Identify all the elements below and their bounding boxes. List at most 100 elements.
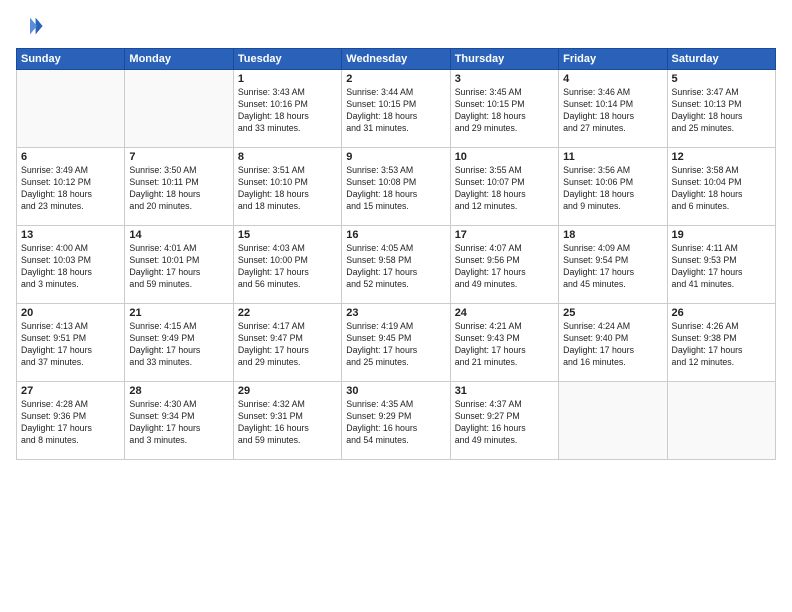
day-number: 26 [672,307,771,319]
cell-info: Sunrise: 3:46 AM Sunset: 10:14 PM Daylig… [563,87,662,135]
header [16,12,776,40]
day-number: 17 [455,229,554,241]
cell-info: Sunrise: 4:35 AM Sunset: 9:29 PM Dayligh… [346,399,445,447]
day-number: 24 [455,307,554,319]
cell-info: Sunrise: 4:11 AM Sunset: 9:53 PM Dayligh… [672,243,771,291]
day-number: 22 [238,307,337,319]
cell-info: Sunrise: 4:03 AM Sunset: 10:00 PM Daylig… [238,243,337,291]
calendar-cell: 31 Sunrise: 4:37 AM Sunset: 9:27 PM Dayli… [450,382,558,460]
cell-info: Sunrise: 4:19 AM Sunset: 9:45 PM Dayligh… [346,321,445,369]
cell-info: Sunrise: 3:45 AM Sunset: 10:15 PM Daylig… [455,87,554,135]
calendar-cell: 10Sunrise: 3:55 AM Sunset: 10:07 PM Dayl… [450,148,558,226]
day-number: 23 [346,307,445,319]
calendar-cell: 7 Sunrise: 3:50 AM Sunset: 10:11 PM Dayli… [125,148,233,226]
cell-info: Sunrise: 3:58 AM Sunset: 10:04 PM Daylig… [672,165,771,213]
calendar: SundayMondayTuesdayWednesdayThursdayFrid… [16,48,776,460]
day-number: 8 [238,151,337,163]
day-header-friday: Friday [559,49,667,70]
day-number: 11 [563,151,662,163]
calendar-cell [559,382,667,460]
day-number: 15 [238,229,337,241]
cell-info: Sunrise: 3:43 AM Sunset: 10:16 PM Daylig… [238,87,337,135]
cell-info: Sunrise: 3:56 AM Sunset: 10:06 PM Daylig… [563,165,662,213]
calendar-cell: 5 Sunrise: 3:47 AM Sunset: 10:13 PM Dayli… [667,70,775,148]
calendar-cell: 12 Sunrise: 3:58 AM Sunset: 10:04 PM Dayl… [667,148,775,226]
calendar-cell: 29 Sunrise: 4:32 AM Sunset: 9:31 PM Dayli… [233,382,341,460]
cell-info: Sunrise: 4:05 AM Sunset: 9:58 PM Dayligh… [346,243,445,291]
calendar-cell: 8Sunrise: 3:51 AM Sunset: 10:10 PM Dayli… [233,148,341,226]
cell-info: Sunrise: 4:26 AM Sunset: 9:38 PM Dayligh… [672,321,771,369]
day-number: 19 [672,229,771,241]
calendar-cell: 24 Sunrise: 4:21 AM Sunset: 9:43 PM Dayli… [450,304,558,382]
cell-info: Sunrise: 3:53 AM Sunset: 10:08 PM Daylig… [346,165,445,213]
day-number: 30 [346,385,445,397]
week-row-4: 27 Sunrise: 4:28 AM Sunset: 9:36 PM Dayli… [17,382,776,460]
cell-info: Sunrise: 4:07 AM Sunset: 9:56 PM Dayligh… [455,243,554,291]
cell-info: Sunrise: 4:13 AM Sunset: 9:51 PM Dayligh… [21,321,120,369]
calendar-cell: 13 Sunrise: 4:00 AM Sunset: 10:03 PM Dayl… [17,226,125,304]
week-row-1: 6 Sunrise: 3:49 AM Sunset: 10:12 PM Dayli… [17,148,776,226]
day-header-saturday: Saturday [667,49,775,70]
cell-info: Sunrise: 4:17 AM Sunset: 9:47 PM Dayligh… [238,321,337,369]
calendar-cell: 23 Sunrise: 4:19 AM Sunset: 9:45 PM Dayli… [342,304,450,382]
day-number: 31 [455,385,554,397]
day-number: 6 [21,151,120,163]
day-number: 20 [21,307,120,319]
cell-info: Sunrise: 3:47 AM Sunset: 10:13 PM Daylig… [672,87,771,135]
calendar-cell: 21Sunrise: 4:15 AM Sunset: 9:49 PM Dayli… [125,304,233,382]
day-header-thursday: Thursday [450,49,558,70]
week-row-2: 13 Sunrise: 4:00 AM Sunset: 10:03 PM Dayl… [17,226,776,304]
calendar-cell [17,70,125,148]
calendar-header-row: SundayMondayTuesdayWednesdayThursdayFrid… [17,49,776,70]
cell-info: Sunrise: 4:28 AM Sunset: 9:36 PM Dayligh… [21,399,120,447]
calendar-cell: 19 Sunrise: 4:11 AM Sunset: 9:53 PM Dayli… [667,226,775,304]
calendar-cell: 27 Sunrise: 4:28 AM Sunset: 9:36 PM Dayli… [17,382,125,460]
week-row-3: 20 Sunrise: 4:13 AM Sunset: 9:51 PM Dayli… [17,304,776,382]
cell-info: Sunrise: 4:01 AM Sunset: 10:01 PM Daylig… [129,243,228,291]
calendar-cell: 6 Sunrise: 3:49 AM Sunset: 10:12 PM Dayli… [17,148,125,226]
calendar-cell [667,382,775,460]
calendar-cell: 14 Sunrise: 4:01 AM Sunset: 10:01 PM Dayl… [125,226,233,304]
cell-info: Sunrise: 3:49 AM Sunset: 10:12 PM Daylig… [21,165,120,213]
cell-info: Sunrise: 4:21 AM Sunset: 9:43 PM Dayligh… [455,321,554,369]
day-number: 1 [238,73,337,85]
calendar-cell: 9Sunrise: 3:53 AM Sunset: 10:08 PM Dayli… [342,148,450,226]
calendar-cell: 16Sunrise: 4:05 AM Sunset: 9:58 PM Dayli… [342,226,450,304]
calendar-cell: 15 Sunrise: 4:03 AM Sunset: 10:00 PM Dayl… [233,226,341,304]
calendar-cell: 1 Sunrise: 3:43 AM Sunset: 10:16 PM Dayli… [233,70,341,148]
cell-info: Sunrise: 4:37 AM Sunset: 9:27 PM Dayligh… [455,399,554,447]
day-number: 18 [563,229,662,241]
cell-info: Sunrise: 3:50 AM Sunset: 10:11 PM Daylig… [129,165,228,213]
day-number: 21 [129,307,228,319]
calendar-cell: 11 Sunrise: 3:56 AM Sunset: 10:06 PM Dayl… [559,148,667,226]
calendar-cell: 26 Sunrise: 4:26 AM Sunset: 9:38 PM Dayli… [667,304,775,382]
calendar-cell: 18 Sunrise: 4:09 AM Sunset: 9:54 PM Dayli… [559,226,667,304]
cell-info: Sunrise: 4:09 AM Sunset: 9:54 PM Dayligh… [563,243,662,291]
calendar-cell: 3 Sunrise: 3:45 AM Sunset: 10:15 PM Dayli… [450,70,558,148]
calendar-cell: 28 Sunrise: 4:30 AM Sunset: 9:34 PM Dayli… [125,382,233,460]
cell-info: Sunrise: 4:32 AM Sunset: 9:31 PM Dayligh… [238,399,337,447]
calendar-cell: 4 Sunrise: 3:46 AM Sunset: 10:14 PM Dayli… [559,70,667,148]
calendar-cell: 20 Sunrise: 4:13 AM Sunset: 9:51 PM Dayli… [17,304,125,382]
calendar-cell: 17 Sunrise: 4:07 AM Sunset: 9:56 PM Dayli… [450,226,558,304]
day-number: 4 [563,73,662,85]
day-number: 5 [672,73,771,85]
day-number: 10 [455,151,554,163]
logo [16,12,46,40]
day-number: 3 [455,73,554,85]
day-number: 28 [129,385,228,397]
cell-info: Sunrise: 3:44 AM Sunset: 10:15 PM Daylig… [346,87,445,135]
day-header-tuesday: Tuesday [233,49,341,70]
cell-info: Sunrise: 4:00 AM Sunset: 10:03 PM Daylig… [21,243,120,291]
day-number: 13 [21,229,120,241]
cell-info: Sunrise: 4:30 AM Sunset: 9:34 PM Dayligh… [129,399,228,447]
day-number: 7 [129,151,228,163]
day-number: 29 [238,385,337,397]
day-number: 2 [346,73,445,85]
day-number: 12 [672,151,771,163]
day-number: 27 [21,385,120,397]
week-row-0: 1 Sunrise: 3:43 AM Sunset: 10:16 PM Dayli… [17,70,776,148]
day-number: 14 [129,229,228,241]
calendar-cell: 25Sunrise: 4:24 AM Sunset: 9:40 PM Dayli… [559,304,667,382]
logo-icon [16,12,44,40]
